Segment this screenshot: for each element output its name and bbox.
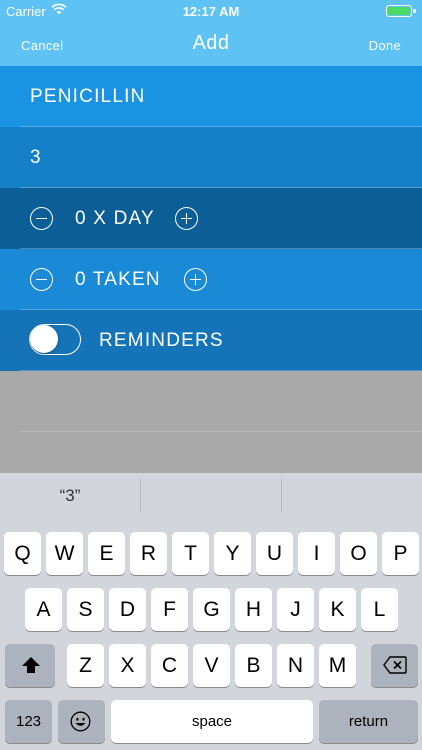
header: Carrier 12:17 AM Cancel Add Done: [0, 0, 422, 66]
key-n[interactable]: N: [277, 644, 314, 687]
key-d[interactable]: D: [109, 588, 146, 631]
battery-icon: [386, 5, 416, 17]
key-r[interactable]: R: [130, 532, 167, 575]
key-z[interactable]: Z: [67, 644, 104, 687]
key-e[interactable]: E: [88, 532, 125, 575]
suggestion-empty[interactable]: [141, 473, 281, 518]
key-b[interactable]: B: [235, 644, 272, 687]
key-u[interactable]: U: [256, 532, 293, 575]
taken-row: 0 TAKEN: [0, 249, 422, 310]
key-y[interactable]: Y: [214, 532, 251, 575]
reminders-row: REMINDERS: [0, 310, 422, 371]
key-g[interactable]: G: [193, 588, 230, 631]
numbers-key[interactable]: 123: [5, 700, 52, 743]
name-value: PENICILLIN: [30, 86, 146, 107]
key-i[interactable]: I: [298, 532, 335, 575]
increment-taken-button[interactable]: [184, 268, 207, 291]
key-q[interactable]: Q: [4, 532, 41, 575]
empty-area: [0, 371, 422, 473]
page-title: Add: [192, 32, 230, 54]
dose-field[interactable]: 3: [0, 127, 422, 188]
shift-icon: [22, 657, 40, 673]
backspace-icon: [383, 656, 407, 674]
backspace-key[interactable]: [371, 644, 418, 687]
decrement-taken-button[interactable]: [30, 268, 53, 291]
key-w[interactable]: W: [46, 532, 83, 575]
emoji-key[interactable]: [58, 700, 105, 743]
key-v[interactable]: V: [193, 644, 230, 687]
space-key[interactable]: space: [111, 700, 313, 743]
per-day-value: 0 X DAY: [75, 208, 155, 229]
key-m[interactable]: M: [319, 644, 356, 687]
status-time: 12:17 AM: [182, 4, 240, 19]
keyboard: QWERTYUIOP ASDFGHJKL ZXCVBNM 123 space r…: [0, 518, 422, 750]
key-t[interactable]: T: [172, 532, 209, 575]
per-day-row: 0 X DAY: [0, 188, 422, 249]
shift-key[interactable]: [5, 644, 55, 687]
taken-value: 0 TAKEN: [75, 269, 161, 290]
emoji-icon: [70, 711, 91, 732]
return-key[interactable]: return: [319, 700, 418, 743]
name-field[interactable]: PENICILLIN: [0, 66, 422, 127]
suggestion-button[interactable]: “3”: [0, 473, 140, 518]
done-button[interactable]: Done: [369, 38, 401, 53]
key-o[interactable]: O: [340, 532, 377, 575]
decrement-per-day-button[interactable]: [30, 207, 53, 230]
dose-value: 3: [30, 147, 42, 168]
suggestion-empty[interactable]: [282, 473, 422, 518]
key-s[interactable]: S: [67, 588, 104, 631]
key-c[interactable]: C: [151, 644, 188, 687]
status-bar: Carrier 12:17 AM: [0, 0, 422, 22]
medication-form: PENICILLIN 3 0 X DAY 0 TAKEN REMINDERS: [0, 66, 422, 371]
key-h[interactable]: H: [235, 588, 272, 631]
increment-per-day-button[interactable]: [175, 207, 198, 230]
key-a[interactable]: A: [25, 588, 62, 631]
key-j[interactable]: J: [277, 588, 314, 631]
reminders-label: REMINDERS: [99, 330, 224, 351]
key-f[interactable]: F: [151, 588, 188, 631]
key-k[interactable]: K: [319, 588, 356, 631]
key-x[interactable]: X: [109, 644, 146, 687]
key-l[interactable]: L: [361, 588, 398, 631]
predictive-bar: “3”: [0, 473, 422, 518]
reminders-toggle[interactable]: [29, 324, 81, 355]
key-p[interactable]: P: [382, 532, 419, 575]
